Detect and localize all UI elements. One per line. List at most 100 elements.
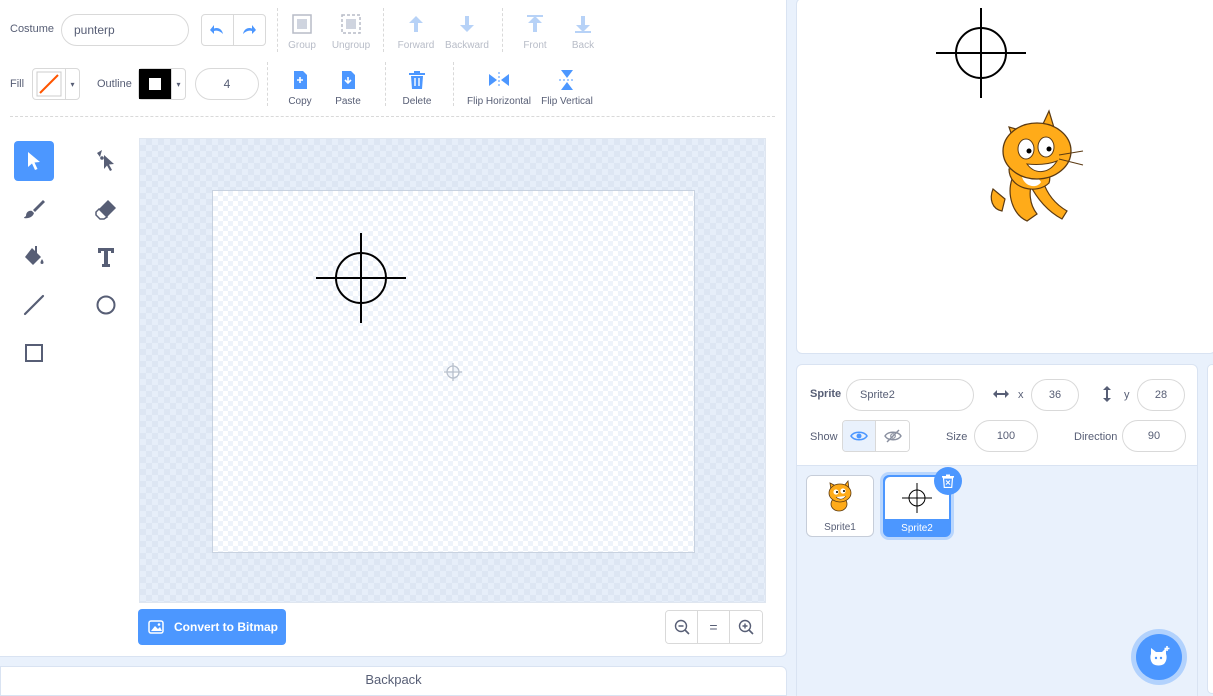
y-value: 28: [1154, 389, 1168, 401]
trash-icon: [409, 71, 425, 89]
select-tool[interactable]: [14, 141, 54, 181]
text-tool[interactable]: [86, 237, 126, 277]
costume-name-value: punterp: [74, 23, 115, 37]
flip-horizontal-label: Flip Horizontal: [467, 96, 531, 107]
forward-label: Forward: [397, 40, 435, 51]
separator: [453, 62, 454, 106]
flip-vertical-button[interactable]: Flip Vertical: [540, 68, 594, 107]
backward-icon: [460, 16, 474, 32]
separator: [502, 8, 503, 52]
copy-label: Copy: [288, 96, 312, 107]
zoom-in-icon: [738, 619, 754, 635]
ungroup-button[interactable]: Ungroup: [330, 12, 372, 51]
separator: [383, 8, 384, 52]
sprite1-name: Sprite1: [824, 522, 856, 533]
fill-tool[interactable]: [14, 237, 54, 277]
image-icon: [148, 620, 164, 634]
convert-label: Convert to Bitmap: [174, 620, 279, 634]
vertical-arrows-icon: [1103, 386, 1111, 402]
reshape-tool[interactable]: [86, 141, 126, 181]
backpack-panel[interactable]: Backpack: [0, 666, 787, 696]
cat-plus-icon: [1150, 646, 1170, 666]
outline-color-picker[interactable]: ▾: [138, 68, 186, 100]
costume-label: Costume: [10, 23, 55, 35]
group-button[interactable]: Group: [287, 12, 317, 51]
show-button[interactable]: [843, 421, 877, 451]
forward-icon: [409, 16, 423, 32]
undo-button[interactable]: [202, 15, 234, 45]
y-label: y: [1124, 389, 1130, 401]
choose-sprite-button[interactable]: [1136, 634, 1182, 680]
outline-width-input[interactable]: 4: [195, 68, 259, 100]
front-icon: [527, 15, 543, 32]
line-tool[interactable]: [14, 285, 54, 325]
front-label: Front: [523, 40, 547, 51]
copy-icon: [294, 71, 307, 89]
size-label: Size: [946, 431, 968, 443]
zoom-in-button[interactable]: [730, 611, 762, 643]
text-icon: [98, 248, 114, 267]
outline-label: Outline: [97, 78, 132, 90]
flip-horizontal-button[interactable]: Flip Horizontal: [466, 68, 532, 107]
size-input[interactable]: 100: [974, 420, 1038, 452]
backpack-label: Backpack: [365, 672, 422, 687]
hide-button[interactable]: [876, 421, 909, 451]
brush-tool[interactable]: [14, 189, 54, 229]
forward-button[interactable]: Forward: [397, 12, 435, 51]
zoom-controls: =: [665, 610, 763, 644]
drawing-canvas[interactable]: [212, 190, 695, 553]
separator: [277, 8, 278, 52]
trash-icon: [942, 474, 954, 488]
y-input[interactable]: 28: [1137, 379, 1185, 411]
copy-button[interactable]: Copy: [285, 68, 315, 107]
back-label: Back: [571, 40, 595, 51]
stage[interactable]: [796, 0, 1213, 354]
zoom-out-button[interactable]: [666, 611, 698, 643]
ungroup-label: Ungroup: [331, 40, 371, 51]
zoom-reset-label: =: [709, 619, 718, 635]
sprite-tile-sprite1[interactable]: Sprite1: [806, 475, 874, 537]
fill-label: Fill: [10, 78, 25, 90]
zoom-reset-button[interactable]: =: [698, 611, 730, 643]
sprite-label: Sprite: [810, 388, 842, 400]
rectangle-icon: [25, 344, 43, 362]
costume-name-input[interactable]: punterp: [61, 14, 189, 46]
sprite2-name: Sprite2: [901, 523, 933, 534]
eye-icon: [850, 431, 868, 441]
x-input[interactable]: 36: [1031, 379, 1079, 411]
flip-horizontal-icon: [489, 72, 509, 88]
outline-swatch-icon: [149, 78, 161, 90]
delete-label: Delete: [402, 96, 432, 107]
outline-width-value: 4: [223, 77, 231, 91]
fill-color-picker[interactable]: ▾: [32, 68, 80, 100]
back-button[interactable]: Back: [568, 12, 598, 51]
undo-icon: [210, 25, 224, 34]
direction-input[interactable]: 90: [1122, 420, 1186, 452]
canvas-drawing: [316, 233, 462, 381]
line-icon: [23, 294, 45, 316]
circle-icon: [96, 295, 116, 315]
redo-button[interactable]: [234, 15, 265, 45]
cat-thumbnail-icon: [828, 480, 852, 512]
circle-tool[interactable]: [86, 285, 126, 325]
toolbar-divider: [10, 116, 775, 117]
direction-label: Direction: [1074, 431, 1118, 443]
delete-sprite-button[interactable]: [934, 467, 962, 495]
eraser-tool[interactable]: [86, 189, 126, 229]
rectangle-tool[interactable]: [14, 333, 54, 373]
outline-dropdown-icon: ▾: [171, 69, 185, 99]
front-button[interactable]: Front: [520, 12, 550, 51]
sprite1-thumbnail: [807, 476, 873, 518]
delete-button[interactable]: Delete: [400, 68, 434, 107]
visibility-toggle: [842, 420, 910, 452]
sprite-name-input[interactable]: Sprite2: [846, 379, 974, 411]
eraser-icon: [95, 200, 116, 220]
paste-button[interactable]: Paste: [333, 68, 363, 107]
convert-to-bitmap-button[interactable]: Convert to Bitmap: [138, 609, 286, 645]
canvas-area[interactable]: [139, 138, 766, 603]
group-label: Group: [288, 40, 316, 51]
backward-button[interactable]: Backward: [445, 12, 489, 51]
brush-icon: [24, 200, 45, 219]
paint-editor: Costume punterp Group Ungroup Forward Ba…: [0, 0, 787, 657]
separator: [267, 62, 268, 106]
